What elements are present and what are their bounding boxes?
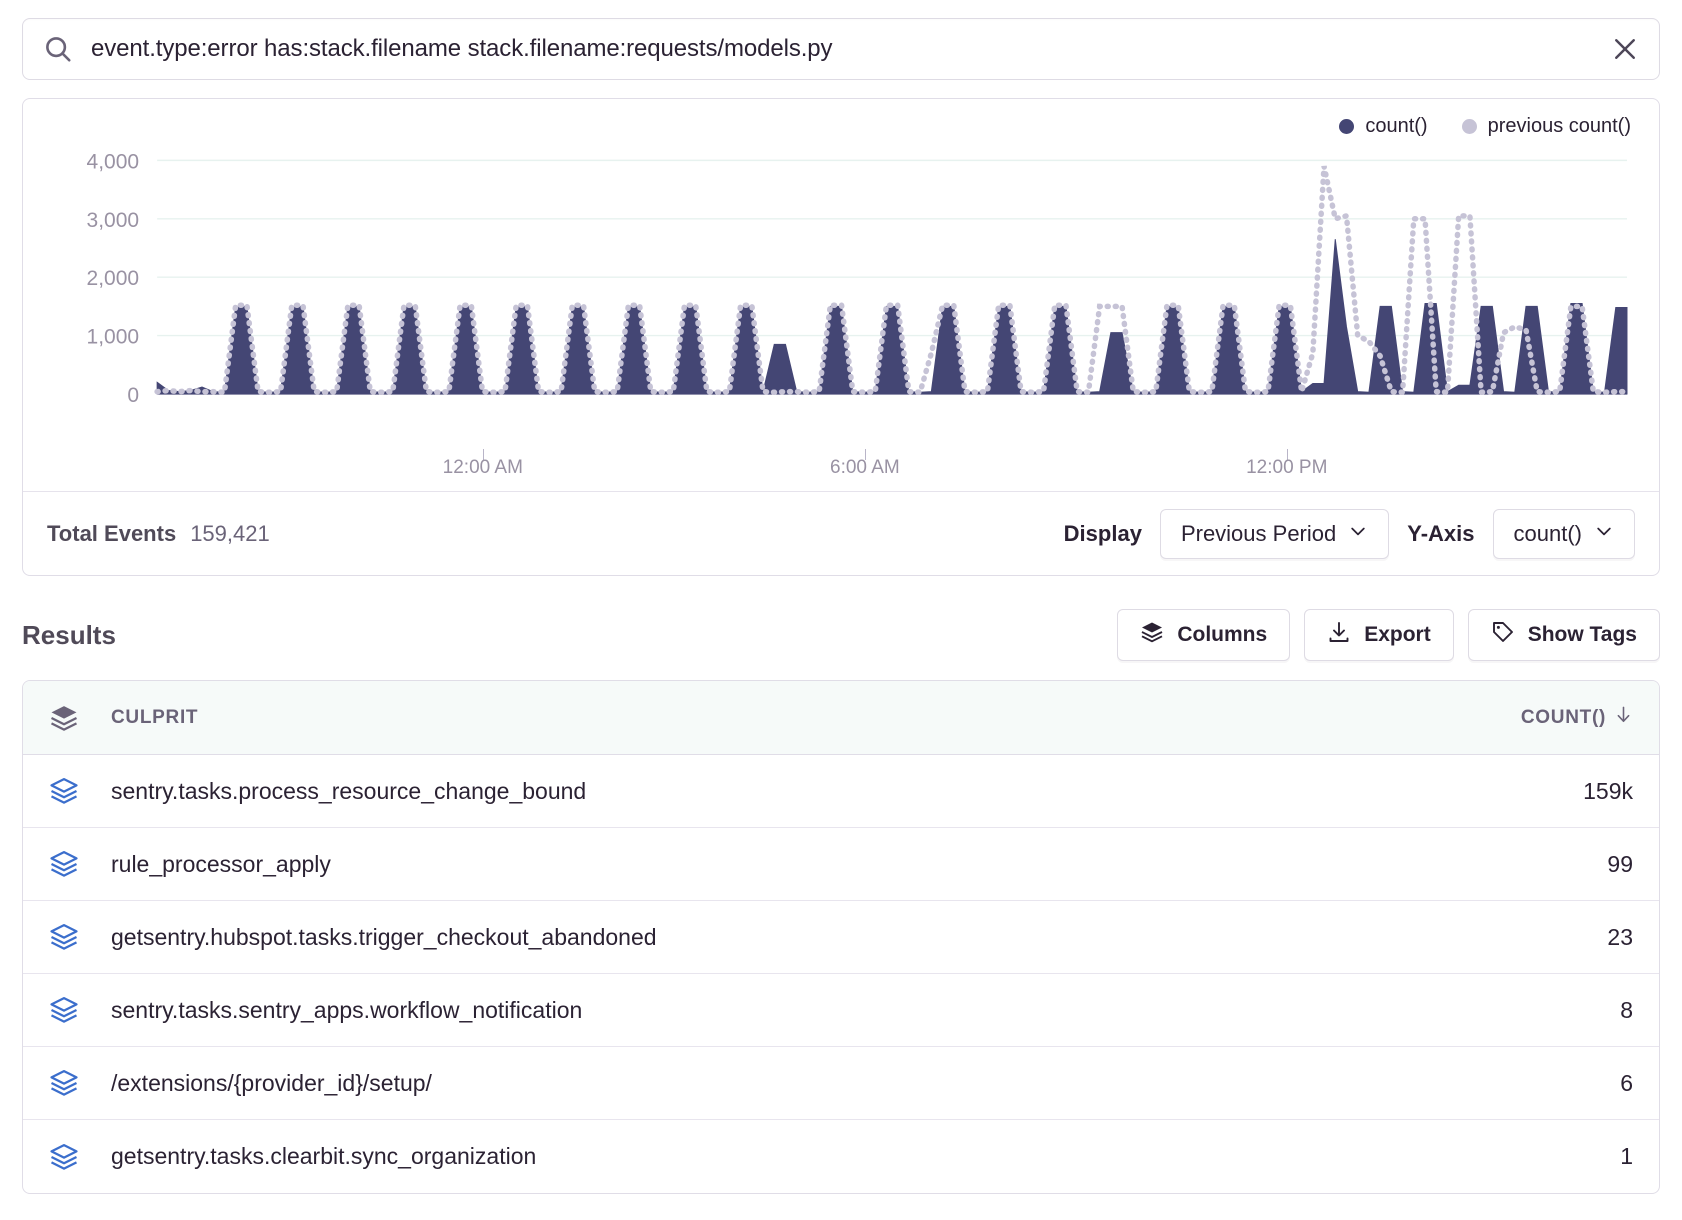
chart-x-axis: 12:00 AM 6:00 AM 12:00 PM (45, 449, 1637, 491)
table-row[interactable]: /extensions/{provider_id}/setup/6 (23, 1047, 1659, 1120)
cell-count: 159k (1583, 778, 1633, 805)
yaxis-label: Y-Axis (1407, 521, 1474, 547)
svg-text:0: 0 (127, 384, 139, 407)
cell-culprit[interactable]: /extensions/{provider_id}/setup/ (111, 1070, 432, 1097)
results-table: CULPRIT COUNT() sentry.tasks.process_res… (22, 680, 1660, 1194)
table-row[interactable]: rule_processor_apply 99 (23, 828, 1659, 901)
table-body: sentry.tasks.process_resource_change_bou… (23, 755, 1659, 1193)
layers-icon (49, 922, 111, 952)
export-button[interactable]: Export (1304, 609, 1454, 661)
chart-svg: 0 1,000 2,000 3,000 4,000 (45, 115, 1637, 420)
display-label: Display (1064, 521, 1142, 547)
layers-icon (49, 1068, 111, 1098)
chart-panel: count() previous count() 01,0002,0003,00… (22, 98, 1660, 576)
table-row[interactable]: sentry.tasks.sentry_apps.workflow_notifi… (23, 974, 1659, 1047)
cell-culprit[interactable]: sentry.tasks.sentry_apps.workflow_notifi… (111, 997, 582, 1024)
arrow-down-icon (1614, 705, 1633, 730)
chart-area: count() previous count() 01,0002,0003,00… (23, 99, 1659, 449)
search-bar[interactable]: event.type:error has:stack.filename stac… (22, 18, 1660, 80)
results-title: Results (22, 620, 116, 651)
cell-count: 1 (1620, 1143, 1633, 1170)
show-tags-button-label: Show Tags (1528, 623, 1637, 647)
svg-text:4,000: 4,000 (87, 150, 140, 173)
svg-text:2,000: 2,000 (87, 267, 140, 290)
discover-results-page: event.type:error has:stack.filename stac… (0, 0, 1682, 1220)
chevron-down-icon (1594, 521, 1614, 547)
column-header-culprit[interactable]: CULPRIT (111, 707, 198, 729)
layers-icon (49, 1142, 111, 1172)
column-header-count-label: COUNT() (1521, 707, 1606, 729)
cell-count: 6 (1620, 1070, 1633, 1097)
yaxis-select[interactable]: count() (1493, 509, 1635, 559)
layers-icon (49, 849, 111, 879)
x-axis-tick-label: 12:00 PM (1246, 457, 1327, 479)
cell-count: 8 (1620, 997, 1633, 1024)
table-row[interactable]: getsentry.tasks.clearbit.sync_organizati… (23, 1120, 1659, 1193)
chart-footer: Total Events 159,421 Display Previous Pe… (23, 491, 1659, 575)
results-header: Results Columns (22, 606, 1660, 664)
tag-icon (1491, 620, 1515, 650)
cell-count: 99 (1607, 851, 1633, 878)
svg-text:3,000: 3,000 (87, 209, 140, 232)
results-actions: Columns Export (1117, 609, 1660, 661)
table-row[interactable]: sentry.tasks.process_resource_change_bou… (23, 755, 1659, 828)
search-input[interactable]: event.type:error has:stack.filename stac… (91, 35, 1597, 63)
svg-text:1,000: 1,000 (87, 326, 140, 349)
x-axis-tick-label: 6:00 AM (830, 457, 900, 479)
show-tags-button[interactable]: Show Tags (1468, 609, 1660, 661)
display-select-value: Previous Period (1181, 521, 1336, 547)
column-header-count[interactable]: COUNT() (1521, 705, 1633, 730)
display-select[interactable]: Previous Period (1160, 509, 1389, 559)
chart-plot[interactable]: 0 1,000 2,000 3,000 4,000 (45, 115, 1637, 420)
layers-icon (49, 776, 111, 806)
cell-culprit[interactable]: rule_processor_apply (111, 851, 331, 878)
layers-icon (49, 995, 111, 1025)
cell-culprit[interactable]: sentry.tasks.process_resource_change_bou… (111, 778, 586, 805)
export-button-label: Export (1364, 623, 1431, 647)
search-icon (43, 34, 73, 64)
x-axis-tick-label: 12:00 AM (443, 457, 523, 479)
cell-culprit[interactable]: getsentry.hubspot.tasks.trigger_checkout… (111, 924, 657, 951)
close-icon[interactable] (1611, 35, 1639, 63)
layers-icon (1140, 620, 1164, 650)
layers-icon (49, 703, 111, 733)
columns-button-label: Columns (1177, 623, 1267, 647)
cell-count: 23 (1607, 924, 1633, 951)
cell-culprit[interactable]: getsentry.tasks.clearbit.sync_organizati… (111, 1143, 536, 1170)
table-row[interactable]: getsentry.hubspot.tasks.trigger_checkout… (23, 901, 1659, 974)
columns-button[interactable]: Columns (1117, 609, 1290, 661)
yaxis-select-value: count() (1514, 521, 1582, 547)
chevron-down-icon (1348, 521, 1368, 547)
table-header-row: CULPRIT COUNT() (23, 681, 1659, 755)
download-icon (1327, 620, 1351, 650)
total-events-value: 159,421 (190, 521, 270, 547)
total-events-label: Total Events (47, 521, 176, 547)
